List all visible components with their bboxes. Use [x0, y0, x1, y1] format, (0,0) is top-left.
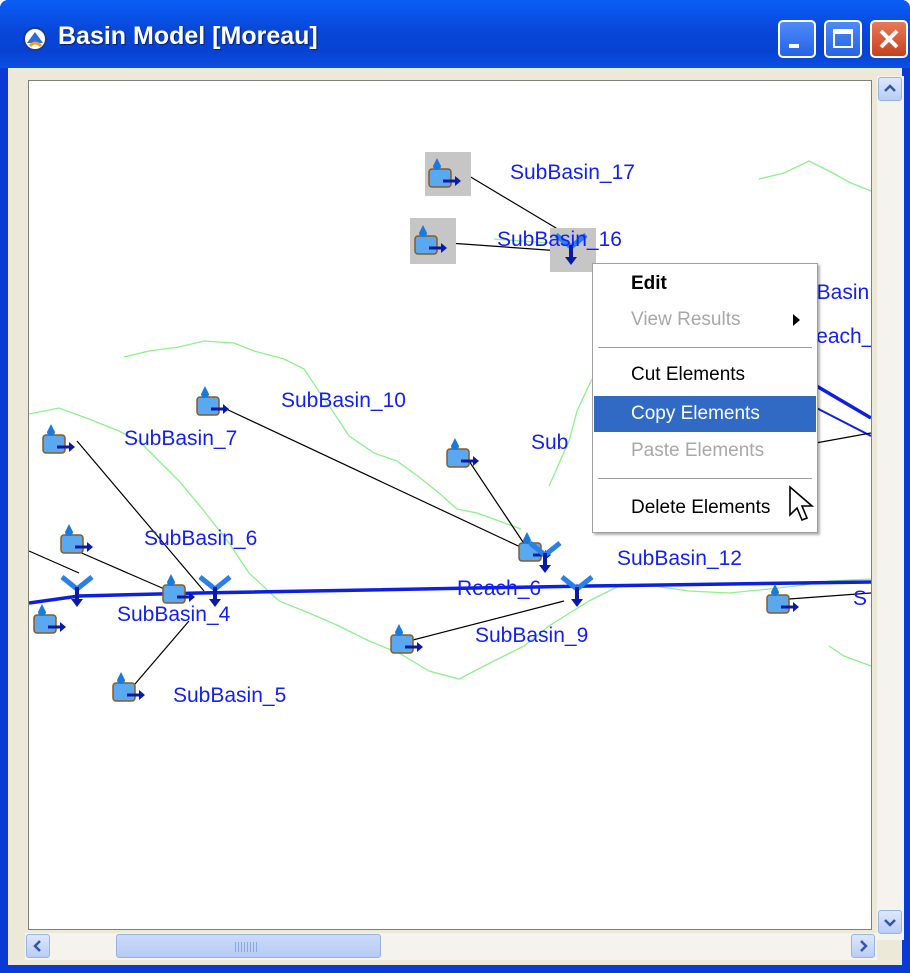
menu-separator — [598, 478, 812, 479]
context-menu: Edit View Results Cut Elements Copy Elem… — [592, 263, 818, 533]
menu-item-edit[interactable]: Edit — [594, 266, 816, 302]
scroll-up-button[interactable] — [878, 77, 902, 101]
subbasin-17-icon[interactable] — [427, 155, 463, 191]
chevron-up-icon — [884, 84, 896, 92]
scroll-left-button[interactable] — [26, 934, 50, 958]
mouse-pointer-icon — [789, 485, 815, 522]
connector-line — [223, 407, 530, 552]
junction-icon[interactable] — [559, 573, 595, 609]
menu-item-delete-elements[interactable]: Delete Elements — [594, 490, 816, 526]
basin-model-icon — [23, 27, 47, 51]
vertical-scrollbar[interactable] — [877, 76, 904, 940]
scroll-down-button[interactable] — [878, 910, 902, 934]
menu-item-view-results[interactable]: View Results — [594, 302, 816, 338]
subbasin-4-icon[interactable] — [161, 571, 197, 607]
minimize-icon — [789, 44, 799, 48]
horizontal-scroll-thumb[interactable] — [116, 934, 381, 958]
label-subbasin-12: SubBasin_12 — [617, 547, 742, 570]
subbasin-11-icon[interactable] — [445, 435, 481, 471]
label-subbasin-7: SubBasin_7 — [124, 427, 238, 450]
subbasin-9-icon[interactable] — [389, 621, 425, 657]
label-subbasin-4: SubBasin_4 — [117, 603, 231, 626]
chevron-right-icon — [860, 940, 868, 952]
junction-icon[interactable] — [527, 539, 563, 575]
label-subbasin-6: SubBasin_6 — [144, 527, 258, 550]
basin-model-window: Basin Model [Moreau] SubBasin_17 SubBasi… — [0, 0, 910, 973]
maximize-button[interactable] — [824, 20, 862, 58]
watershed-boundary — [758, 160, 871, 192]
chevron-left-icon — [33, 940, 41, 952]
label-reach-6: Reach_6 — [457, 577, 542, 600]
subbasin-16-source-icon[interactable] — [413, 222, 449, 258]
subbasin-5-icon[interactable] — [111, 669, 147, 705]
horizontal-scrollbar[interactable] — [25, 933, 877, 960]
window-title: Basin Model [Moreau] — [58, 22, 318, 50]
label-subbasin-17: SubBasin_17 — [510, 161, 635, 184]
close-icon — [879, 29, 899, 49]
watershed-boundary — [828, 645, 871, 667]
menu-item-paste-elements[interactable]: Paste Elements — [594, 433, 816, 469]
title-bar[interactable]: Basin Model [Moreau] — [0, 0, 910, 68]
subbasin-7-icon[interactable] — [41, 421, 77, 457]
menu-separator — [598, 347, 812, 348]
submenu-arrow-icon — [793, 314, 800, 326]
menu-item-copy-elements[interactable]: Copy Elements — [594, 396, 816, 432]
window-client: SubBasin_17 SubBasin_16 SubBasin_10 SubB… — [8, 68, 904, 965]
minimize-button[interactable] — [778, 20, 816, 58]
subbasin-10-icon[interactable] — [195, 383, 231, 419]
chevron-down-icon — [884, 919, 896, 927]
label-subbasin-5: SubBasin_5 — [173, 684, 287, 707]
label-partial-sub: Sub — [531, 431, 569, 454]
junction-icon[interactable] — [59, 573, 95, 609]
basin-map-canvas[interactable]: SubBasin_17 SubBasin_16 SubBasin_10 SubB… — [28, 80, 872, 930]
scroll-right-button[interactable] — [851, 934, 875, 958]
connector-line — [76, 440, 205, 592]
label-subbasin-16: SubBasin_16 — [497, 228, 622, 251]
menu-item-cut-elements[interactable]: Cut Elements — [594, 357, 816, 393]
label-partial-s: S — [853, 587, 868, 610]
label-subbasin-10: SubBasin_10 — [281, 389, 406, 412]
subbasin-13-icon[interactable] — [765, 581, 801, 617]
maximize-icon — [833, 29, 853, 48]
subbasin-6-icon[interactable] — [59, 521, 95, 557]
close-button[interactable] — [870, 20, 908, 58]
label-subbasin-9: SubBasin_9 — [475, 624, 589, 647]
scroll-thumb-grip — [235, 942, 259, 952]
